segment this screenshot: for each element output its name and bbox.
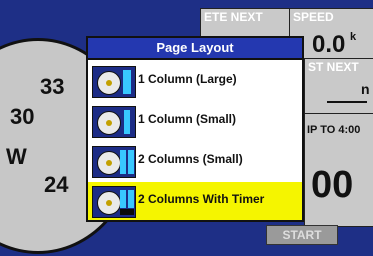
compass-label-33: 33	[40, 74, 65, 99]
column-thumb-icon	[128, 150, 134, 174]
ete-next-label: ETE NEXT	[204, 10, 263, 24]
page-layout-dialog: Page Layout 1 Column (Large) 1 Column (S…	[86, 36, 304, 222]
compass-thumb-icon	[97, 151, 121, 175]
option-label: 1 Column (Small)	[138, 112, 237, 126]
column-thumb-icon	[123, 70, 131, 94]
column-thumb-icon	[120, 190, 126, 208]
option-label: 2 Columns With Timer	[138, 192, 265, 206]
dialog-title: Page Layout	[88, 38, 302, 60]
trip-big-value: 00	[311, 164, 354, 206]
speed-unit: k	[350, 31, 357, 43]
dist-next-label: ST NEXT	[308, 60, 359, 74]
column-thumb-icon	[124, 110, 130, 134]
compass-thumb-icon	[97, 71, 121, 95]
compass-thumb-icon	[97, 191, 121, 215]
dist-unit: n	[361, 81, 370, 97]
dist-bar	[327, 101, 367, 103]
device-screen: 33 30 W 24 ETE NEXT SPEED 0.0 k ST NEXT …	[0, 0, 373, 256]
timer-thumb-icon	[120, 209, 134, 215]
option-1-column-large[interactable]: 1 Column (Large)	[88, 62, 302, 100]
column-thumb-icon	[120, 150, 126, 174]
speed-value: 0.0	[312, 31, 346, 58]
compass-label-24: 24	[44, 172, 69, 197]
option-label: 1 Column (Large)	[138, 72, 237, 86]
layout-2-columns-timer-icon	[92, 186, 136, 218]
speed-label: SPEED	[293, 10, 334, 24]
dist-next-panel: ST NEXT n	[304, 58, 373, 115]
trip-label: IP TO 4:00	[307, 124, 361, 136]
compass-label-w: W	[6, 144, 27, 169]
trip-timer-panel: IP TO 4:00 00	[304, 113, 373, 227]
column-thumb-icon	[128, 190, 134, 208]
layout-2-columns-small-icon	[92, 146, 136, 178]
option-label: 2 Columns (Small)	[138, 152, 243, 166]
option-2-columns-small[interactable]: 2 Columns (Small)	[88, 142, 302, 180]
compass-thumb-icon	[97, 111, 121, 135]
layout-1-column-small-icon	[92, 106, 136, 138]
start-button[interactable]: START	[266, 225, 338, 245]
compass-label-30: 30	[10, 104, 35, 129]
layout-1-column-large-icon	[92, 66, 136, 98]
option-1-column-small[interactable]: 1 Column (Small)	[88, 102, 302, 140]
option-2-columns-with-timer[interactable]: 2 Columns With Timer	[88, 182, 302, 220]
